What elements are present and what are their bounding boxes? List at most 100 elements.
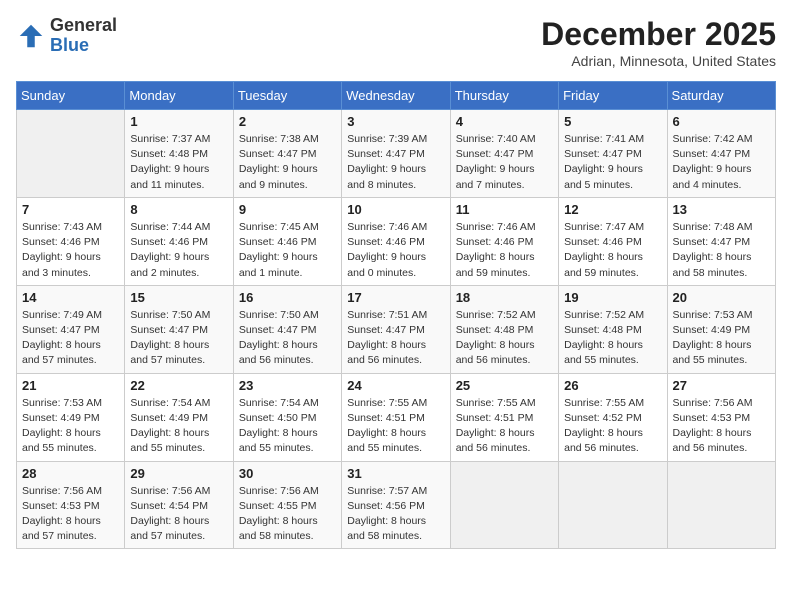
day-cell xyxy=(450,461,558,549)
day-cell: 28 Sunrise: 7:56 AMSunset: 4:53 PMDayligh… xyxy=(17,461,125,549)
day-cell: 12Sunrise: 7:47 AMSunset: 4:46 PMDayligh… xyxy=(559,197,667,285)
day-number: 9 xyxy=(239,202,336,217)
day-cell: 10 Sunrise: 7:46 AMSunset: 4:46 PMDayligh… xyxy=(342,197,450,285)
day-detail: Sunrise: 7:57 AMSunset: 4:56 PMDaylight:… xyxy=(347,484,444,545)
day-cell: 3 Sunrise: 7:39 AMSunset: 4:47 PMDaylight… xyxy=(342,110,450,198)
day-detail: Sunrise: 7:56 AMSunset: 4:54 PMDaylight:… xyxy=(130,484,227,545)
title-block: December 2025 Adrian, Minnesota, United … xyxy=(541,16,776,69)
day-detail: Sunrise: 7:52 AMSunset: 4:48 PMDaylight:… xyxy=(456,308,553,369)
day-cell: 7 Sunrise: 7:43 AMSunset: 4:46 PMDaylight… xyxy=(17,197,125,285)
day-detail: Sunrise: 7:42 AMSunset: 4:47 PMDaylight:… xyxy=(673,132,770,193)
day-cell: 24 Sunrise: 7:55 AMSunset: 4:51 PMDayligh… xyxy=(342,373,450,461)
header-cell-sunday: Sunday xyxy=(17,82,125,110)
logo-blue: Blue xyxy=(50,36,117,56)
day-number: 15 xyxy=(130,290,227,305)
day-cell: 9Sunrise: 7:45 AMSunset: 4:46 PMDaylight… xyxy=(233,197,341,285)
header-row: SundayMondayTuesdayWednesdayThursdayFrid… xyxy=(17,82,776,110)
day-cell: 31 Sunrise: 7:57 AMSunset: 4:56 PMDayligh… xyxy=(342,461,450,549)
calendar-table: SundayMondayTuesdayWednesdayThursdayFrid… xyxy=(16,81,776,549)
day-cell: 6Sunrise: 7:42 AMSunset: 4:47 PMDaylight… xyxy=(667,110,775,198)
day-number: 20 xyxy=(673,290,770,305)
day-cell: 19 Sunrise: 7:52 AMSunset: 4:48 PMDayligh… xyxy=(559,285,667,373)
day-cell: 30 Sunrise: 7:56 AMSunset: 4:55 PMDayligh… xyxy=(233,461,341,549)
day-cell: 4Sunrise: 7:40 AMSunset: 4:47 PMDaylight… xyxy=(450,110,558,198)
header-cell-wednesday: Wednesday xyxy=(342,82,450,110)
day-detail: Sunrise: 7:55 AMSunset: 4:51 PMDaylight:… xyxy=(456,396,553,457)
day-detail: Sunrise: 7:56 AMSunset: 4:53 PMDaylight:… xyxy=(22,484,119,545)
day-number: 8 xyxy=(130,202,227,217)
day-cell: 21 Sunrise: 7:53 AMSunset: 4:49 PMDayligh… xyxy=(17,373,125,461)
day-cell xyxy=(17,110,125,198)
day-cell xyxy=(559,461,667,549)
day-detail: Sunrise: 7:55 AMSunset: 4:52 PMDaylight:… xyxy=(564,396,661,457)
day-cell: 25Sunrise: 7:55 AMSunset: 4:51 PMDayligh… xyxy=(450,373,558,461)
day-cell xyxy=(667,461,775,549)
day-detail: Sunrise: 7:46 AMSunset: 4:46 PMDaylight:… xyxy=(347,220,444,281)
day-detail: Sunrise: 7:40 AMSunset: 4:47 PMDaylight:… xyxy=(456,132,553,193)
day-number: 14 xyxy=(22,290,119,305)
day-detail: Sunrise: 7:53 AMSunset: 4:49 PMDaylight:… xyxy=(22,396,119,457)
day-number: 19 xyxy=(564,290,661,305)
header-cell-friday: Friday xyxy=(559,82,667,110)
day-cell: 15 Sunrise: 7:50 AMSunset: 4:47 PMDayligh… xyxy=(125,285,233,373)
header-cell-thursday: Thursday xyxy=(450,82,558,110)
day-detail: Sunrise: 7:50 AMSunset: 4:47 PMDaylight:… xyxy=(239,308,336,369)
day-number: 31 xyxy=(347,466,444,481)
day-number: 30 xyxy=(239,466,336,481)
day-detail: Sunrise: 7:56 AMSunset: 4:55 PMDaylight:… xyxy=(239,484,336,545)
day-detail: Sunrise: 7:47 AMSunset: 4:46 PMDaylight:… xyxy=(564,220,661,281)
day-detail: Sunrise: 7:48 AMSunset: 4:47 PMDaylight:… xyxy=(673,220,770,281)
day-number: 21 xyxy=(22,378,119,393)
page-header: General Blue December 2025 Adrian, Minne… xyxy=(16,16,776,69)
day-number: 16 xyxy=(239,290,336,305)
week-row-3: 14 Sunrise: 7:49 AMSunset: 4:47 PMDayligh… xyxy=(17,285,776,373)
day-cell: 23Sunrise: 7:54 AMSunset: 4:50 PMDayligh… xyxy=(233,373,341,461)
logo-general: General xyxy=(50,16,117,36)
calendar-header: SundayMondayTuesdayWednesdayThursdayFrid… xyxy=(17,82,776,110)
day-cell: 22Sunrise: 7:54 AMSunset: 4:49 PMDayligh… xyxy=(125,373,233,461)
day-detail: Sunrise: 7:52 AMSunset: 4:48 PMDaylight:… xyxy=(564,308,661,369)
day-detail: Sunrise: 7:53 AMSunset: 4:49 PMDaylight:… xyxy=(673,308,770,369)
day-detail: Sunrise: 7:37 AMSunset: 4:48 PMDaylight:… xyxy=(130,132,227,193)
day-cell: 29 Sunrise: 7:56 AMSunset: 4:54 PMDayligh… xyxy=(125,461,233,549)
day-cell: 11Sunrise: 7:46 AMSunset: 4:46 PMDayligh… xyxy=(450,197,558,285)
day-number: 2 xyxy=(239,114,336,129)
day-number: 3 xyxy=(347,114,444,129)
day-number: 17 xyxy=(347,290,444,305)
header-cell-monday: Monday xyxy=(125,82,233,110)
day-number: 22 xyxy=(130,378,227,393)
day-cell: 1 Sunrise: 7:37 AMSunset: 4:48 PMDaylight… xyxy=(125,110,233,198)
day-number: 24 xyxy=(347,378,444,393)
day-detail: Sunrise: 7:55 AMSunset: 4:51 PMDaylight:… xyxy=(347,396,444,457)
day-detail: Sunrise: 7:50 AMSunset: 4:47 PMDaylight:… xyxy=(130,308,227,369)
day-number: 5 xyxy=(564,114,661,129)
day-cell: 2 Sunrise: 7:38 AMSunset: 4:47 PMDaylight… xyxy=(233,110,341,198)
week-row-1: 1 Sunrise: 7:37 AMSunset: 4:48 PMDaylight… xyxy=(17,110,776,198)
header-cell-tuesday: Tuesday xyxy=(233,82,341,110)
day-number: 27 xyxy=(673,378,770,393)
day-cell: 20 Sunrise: 7:53 AMSunset: 4:49 PMDayligh… xyxy=(667,285,775,373)
day-cell: 26Sunrise: 7:55 AMSunset: 4:52 PMDayligh… xyxy=(559,373,667,461)
day-number: 29 xyxy=(130,466,227,481)
day-detail: Sunrise: 7:41 AMSunset: 4:47 PMDaylight:… xyxy=(564,132,661,193)
day-number: 23 xyxy=(239,378,336,393)
day-number: 1 xyxy=(130,114,227,129)
logo-text: General Blue xyxy=(50,16,117,56)
day-detail: Sunrise: 7:39 AMSunset: 4:47 PMDaylight:… xyxy=(347,132,444,193)
day-cell: 14 Sunrise: 7:49 AMSunset: 4:47 PMDayligh… xyxy=(17,285,125,373)
day-detail: Sunrise: 7:43 AMSunset: 4:46 PMDaylight:… xyxy=(22,220,119,281)
day-number: 18 xyxy=(456,290,553,305)
day-number: 7 xyxy=(22,202,119,217)
day-cell: 27 Sunrise: 7:56 AMSunset: 4:53 PMDayligh… xyxy=(667,373,775,461)
day-detail: Sunrise: 7:51 AMSunset: 4:47 PMDaylight:… xyxy=(347,308,444,369)
day-number: 28 xyxy=(22,466,119,481)
day-cell: 8Sunrise: 7:44 AMSunset: 4:46 PMDaylight… xyxy=(125,197,233,285)
day-cell: 13Sunrise: 7:48 AMSunset: 4:47 PMDayligh… xyxy=(667,197,775,285)
day-number: 11 xyxy=(456,202,553,217)
day-number: 10 xyxy=(347,202,444,217)
day-detail: Sunrise: 7:56 AMSunset: 4:53 PMDaylight:… xyxy=(673,396,770,457)
calendar-body: 1 Sunrise: 7:37 AMSunset: 4:48 PMDaylight… xyxy=(17,110,776,549)
day-detail: Sunrise: 7:49 AMSunset: 4:47 PMDaylight:… xyxy=(22,308,119,369)
week-row-4: 21 Sunrise: 7:53 AMSunset: 4:49 PMDayligh… xyxy=(17,373,776,461)
day-detail: Sunrise: 7:38 AMSunset: 4:47 PMDaylight:… xyxy=(239,132,336,193)
